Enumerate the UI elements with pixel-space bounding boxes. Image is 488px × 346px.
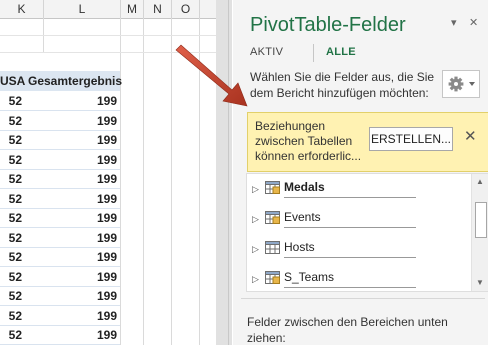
table-linked-icon: [265, 271, 280, 284]
cell-usa[interactable]: 52: [0, 189, 22, 209]
field-label: Hosts: [284, 240, 315, 254]
notice-close-icon[interactable]: ✕: [464, 127, 477, 145]
cell-total[interactable]: 199: [44, 150, 117, 170]
expand-icon[interactable]: ▷: [252, 214, 259, 225]
column-header-l[interactable]: L: [44, 0, 121, 19]
cell-total[interactable]: 199: [44, 111, 117, 131]
cell-usa[interactable]: 52: [0, 130, 22, 150]
expand-icon[interactable]: ▷: [252, 244, 259, 255]
field-label: Events: [284, 210, 321, 224]
cell-usa[interactable]: 52: [0, 325, 22, 345]
field-list: ▷ Medals ▷ Events ▷ Hosts ▷ S_Teams ▲ ▼: [246, 173, 488, 292]
field-list-scrollbar[interactable]: ▲ ▼: [471, 174, 488, 291]
column-header-n[interactable]: N: [144, 0, 172, 19]
cell-total[interactable]: 199: [44, 208, 117, 228]
column-header-o[interactable]: O: [172, 0, 200, 19]
field-label: S_Teams: [284, 270, 335, 284]
header-usa: USA: [0, 74, 26, 88]
relationship-notice: Beziehungen zwischen Tabellen können erf…: [247, 112, 488, 172]
pane-title: PivotTable-Felder: [250, 14, 406, 36]
field-item[interactable]: ▷ Medals: [247, 176, 472, 204]
field-layout-button[interactable]: [442, 70, 480, 98]
scroll-up-icon[interactable]: ▲: [476, 177, 484, 186]
tab-all[interactable]: ALLE: [326, 46, 356, 58]
expand-icon[interactable]: ▷: [252, 184, 259, 195]
cell-total[interactable]: 199: [44, 169, 117, 189]
cell-usa[interactable]: 52: [0, 228, 22, 248]
cell-usa[interactable]: 52: [0, 208, 22, 228]
pane-options-icon[interactable]: ▾: [451, 16, 457, 29]
notice-text: Beziehungen zwischen Tabellen können erf…: [255, 119, 362, 163]
cell-total[interactable]: 199: [44, 189, 117, 209]
spreadsheet-area: K L M N O USA Gesamtergebnis 52 199 52 199 5…: [0, 0, 216, 345]
cell-total[interactable]: 199: [44, 130, 117, 150]
cell-usa[interactable]: 52: [0, 306, 22, 326]
column-header-m[interactable]: M: [121, 0, 144, 19]
gear-icon: [448, 76, 475, 92]
create-relationship-button[interactable]: ERSTELLEN...: [369, 127, 453, 151]
cell-usa[interactable]: 52: [0, 91, 22, 111]
cell-usa[interactable]: 52: [0, 267, 22, 287]
column-header-partial[interactable]: [200, 0, 216, 19]
cell-usa[interactable]: 52: [0, 247, 22, 267]
cell-usa[interactable]: 52: [0, 169, 22, 189]
field-label: Medals: [284, 180, 325, 194]
pivot-field-pane: PivotTable-Felder ▾ ✕ AKTIV ALLE Wählen …: [233, 0, 488, 345]
column-header-k[interactable]: K: [0, 0, 44, 19]
table-linked-icon: [265, 181, 280, 194]
header-total: Gesamtergebnis: [28, 74, 123, 88]
field-item[interactable]: ▷ S_Teams: [247, 266, 472, 294]
cell-total[interactable]: 199: [44, 267, 117, 287]
cell-total[interactable]: 199: [44, 247, 117, 267]
cell-total[interactable]: 199: [44, 286, 117, 306]
cell-total[interactable]: 199: [44, 306, 117, 326]
pane-splitter[interactable]: [216, 0, 232, 345]
cell-usa[interactable]: 52: [0, 150, 22, 170]
cell-total[interactable]: 199: [44, 325, 117, 345]
field-item[interactable]: ▷ Events: [247, 206, 472, 234]
scroll-down-icon[interactable]: ▼: [476, 278, 484, 287]
field-instruction: Wählen Sie die Felder aus, die Sie dem B…: [250, 70, 435, 100]
cell-usa[interactable]: 52: [0, 111, 22, 131]
table-linked-icon: [265, 211, 280, 224]
tab-active[interactable]: AKTIV: [250, 46, 283, 58]
scroll-thumb[interactable]: [475, 202, 487, 238]
expand-icon[interactable]: ▷: [252, 274, 259, 285]
cell-total[interactable]: 199: [44, 228, 117, 248]
field-item[interactable]: ▷ Hosts: [247, 236, 472, 264]
pane-close-icon[interactable]: ✕: [469, 16, 478, 29]
cell-total[interactable]: 199: [44, 91, 117, 111]
areas-instruction: Felder zwischen den Bereichen unten zieh…: [247, 315, 448, 345]
cell-usa[interactable]: 52: [0, 286, 22, 306]
table-icon: [265, 241, 280, 254]
